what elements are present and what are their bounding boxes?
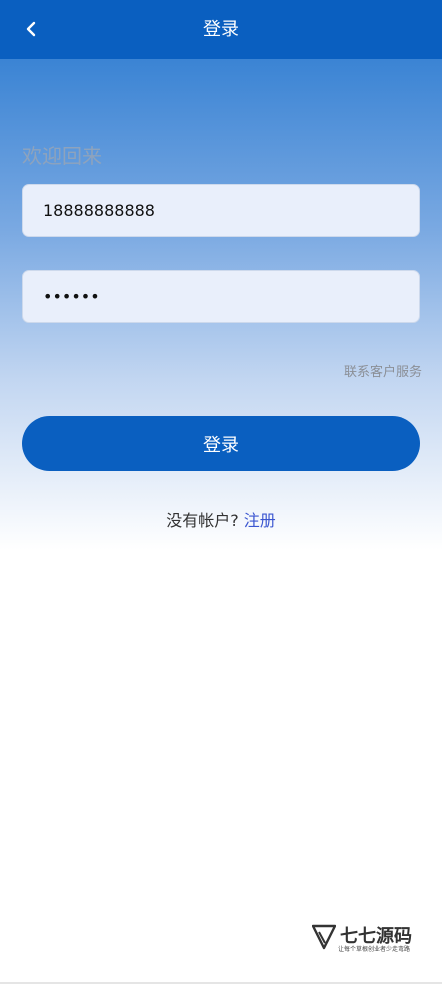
contact-service-link[interactable]: 联系客户服务 [344,361,422,380]
no-account-text: 没有帐户? [166,511,239,530]
back-button[interactable] [16,14,46,44]
top-bar: 登录 [0,0,442,59]
phone-input[interactable] [41,200,419,221]
welcome-heading: 欢迎回来 [22,144,102,168]
watermark-slogan: 让每个草根创业者少走弯路 [338,946,411,953]
chevron-left-icon [26,21,36,37]
brand-logo-icon [312,924,336,950]
login-button[interactable]: 登录 [22,416,420,471]
password-field[interactable] [22,270,420,323]
register-link[interactable]: 注册 [244,511,276,530]
phone-field[interactable] [22,184,420,237]
register-row: 没有帐户? 注册 [0,507,442,531]
page-title: 登录 [203,19,239,40]
password-input[interactable] [41,286,419,307]
watermark-logo: 七七源码 让每个草根创业者少走弯路 [312,922,422,956]
